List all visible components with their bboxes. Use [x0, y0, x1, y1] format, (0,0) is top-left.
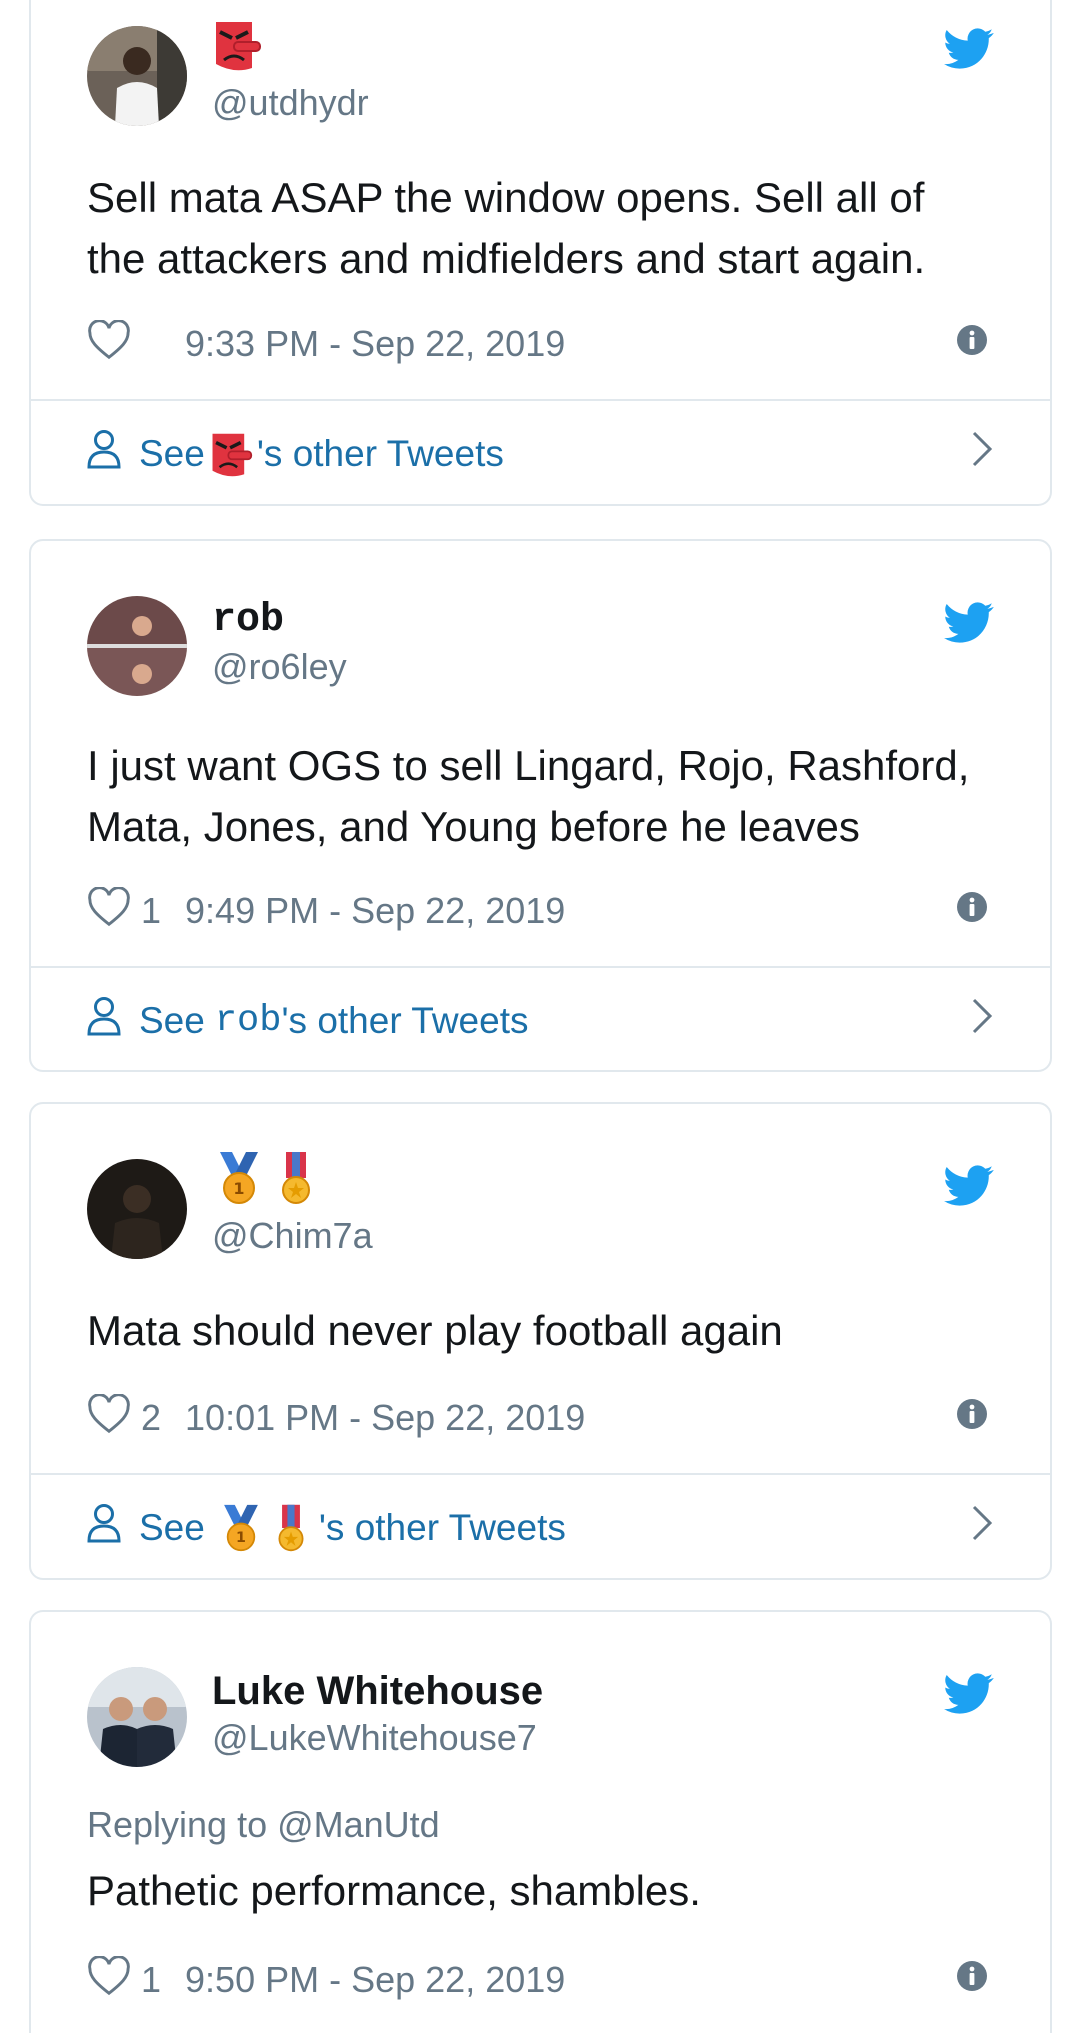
- like-count: 1: [141, 890, 162, 931]
- tweet-timestamp[interactable]: 9:33 PM - Sep 22, 2019: [185, 323, 565, 365]
- see-other-tweets-link[interactable]: See 1 's other Tweets: [87, 1475, 994, 1580]
- twitter-bird-icon[interactable]: [944, 602, 994, 649]
- like-count: 1: [141, 1959, 162, 2000]
- twitter-bird-icon[interactable]: [944, 1165, 994, 1212]
- see-suffix: 's other Tweets: [256, 432, 504, 474]
- tweet-card: 1 @Chim7a Mata should never play footbal…: [29, 1102, 1052, 1580]
- chevron-right-icon: [970, 996, 994, 1045]
- heart-icon[interactable]: [87, 885, 131, 936]
- tweet-card: Luke Whitehouse @LukeWhitehouse7 Replyin…: [29, 1610, 1052, 2033]
- replying-to-label[interactable]: Replying to @ManUtd: [87, 1804, 440, 1846]
- tweet-timestamp[interactable]: 9:49 PM - Sep 22, 2019: [185, 890, 565, 932]
- tweet-card: @utdhydr Sell mata ASAP the window opens…: [29, 0, 1052, 506]
- display-name[interactable]: 1: [212, 1152, 316, 1207]
- tweet-text: Mata should never play football again: [87, 1307, 783, 1354]
- display-name[interactable]: Luke Whitehouse: [212, 1667, 543, 1715]
- avatar[interactable]: [87, 1667, 187, 1767]
- info-icon[interactable]: [956, 1959, 988, 2001]
- tweet-timestamp[interactable]: 9:50 PM - Sep 22, 2019: [185, 1959, 565, 2001]
- heart-icon[interactable]: [87, 318, 131, 369]
- tweet-timestamp[interactable]: 10:01 PM - Sep 22, 2019: [185, 1397, 585, 1439]
- twitter-bird-icon[interactable]: [944, 1673, 994, 1720]
- user-handle[interactable]: @ro6ley: [212, 646, 347, 688]
- chevron-right-icon: [970, 1503, 994, 1552]
- svg-text:1: 1: [236, 1530, 246, 1546]
- tweet-text: Pathetic performance, shambles.: [87, 1867, 701, 1914]
- info-icon[interactable]: [956, 323, 988, 365]
- military-medal-icon: [273, 1503, 309, 1553]
- user-handle[interactable]: @LukeWhitehouse7: [212, 1717, 537, 1759]
- see-user-name: rob: [214, 999, 282, 1042]
- tengu-emoji-icon: [212, 18, 262, 82]
- see-prefix: See: [139, 432, 205, 474]
- tweet-text: Sell mata ASAP the window opens. Sell al…: [87, 174, 926, 282]
- display-name[interactable]: rob: [212, 596, 284, 644]
- info-icon[interactable]: [956, 1397, 988, 1439]
- see-suffix: 's other Tweets: [318, 1506, 566, 1548]
- avatar[interactable]: [87, 596, 187, 696]
- user-handle[interactable]: @Chim7a: [212, 1215, 373, 1257]
- heart-icon[interactable]: [87, 1392, 131, 1443]
- first-place-medal-icon: 1: [212, 1150, 266, 1216]
- user-handle[interactable]: @utdhydr: [212, 82, 369, 124]
- see-other-tweets-link[interactable]: See rob 's other Tweets: [87, 968, 994, 1073]
- display-name[interactable]: [212, 22, 262, 74]
- user-icon: [87, 996, 121, 1045]
- see-other-tweets-link[interactable]: See 's other Tweets: [87, 401, 994, 506]
- twitter-bird-icon[interactable]: [944, 28, 994, 75]
- military-medal-icon: [276, 1150, 316, 1216]
- user-icon: [87, 429, 121, 478]
- chevron-right-icon: [970, 429, 994, 478]
- svg-text:1: 1: [233, 1179, 244, 1198]
- heart-icon[interactable]: [87, 1954, 131, 2005]
- tweet-text: I just want OGS to sell Lingard, Rojo, R…: [87, 742, 970, 850]
- like-count: 2: [141, 1397, 162, 1438]
- avatar[interactable]: [87, 26, 187, 126]
- user-icon: [87, 1503, 121, 1552]
- tengu-emoji-icon: [209, 430, 253, 478]
- info-icon[interactable]: [956, 890, 988, 932]
- see-prefix: See: [139, 1506, 205, 1548]
- tweet-card: rob @ro6ley I just want OGS to sell Ling…: [29, 539, 1052, 1072]
- avatar[interactable]: [87, 1159, 187, 1259]
- see-suffix: 's other Tweets: [281, 999, 529, 1041]
- first-place-medal-icon: 1: [217, 1503, 265, 1553]
- see-prefix: See: [139, 999, 205, 1041]
